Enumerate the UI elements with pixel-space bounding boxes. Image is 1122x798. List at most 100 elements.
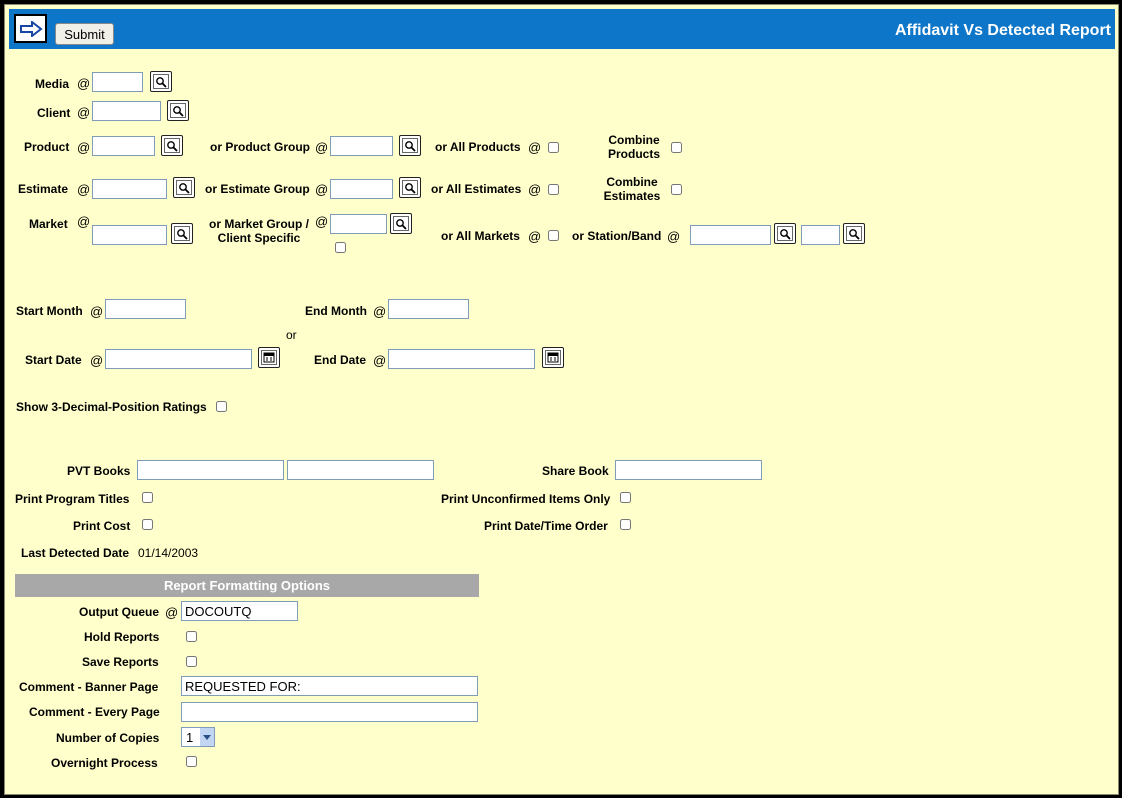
market-label: Market (29, 217, 68, 231)
at-sign: @ (528, 229, 542, 244)
share-book-label: Share Book (542, 464, 609, 478)
print-cost-label: Print Cost (73, 519, 131, 533)
estimate-lookup-button[interactable] (173, 177, 195, 198)
print-unconfirmed-label: Print Unconfirmed Items Only (441, 492, 611, 506)
or-text: or (286, 328, 297, 342)
all-products-label: or All Products (435, 140, 521, 154)
start-month-label: Start Month (16, 304, 83, 318)
market-group-input[interactable] (330, 214, 387, 234)
station-band-label: or Station/Band (572, 229, 662, 243)
magnifier-lookup-icon (179, 182, 190, 194)
media-input[interactable] (92, 72, 143, 92)
overnight-process-checkbox[interactable] (186, 756, 197, 767)
magnifier-lookup-icon (156, 76, 167, 88)
media-label: Media (35, 77, 70, 91)
at-sign: @ (77, 76, 91, 91)
next-arrow-button[interactable] (14, 14, 47, 43)
save-reports-checkbox[interactable] (186, 656, 197, 667)
estimate-label: Estimate (18, 182, 69, 196)
end-date-calendar-button[interactable] (542, 347, 564, 368)
print-date-time-checkbox[interactable] (620, 519, 631, 530)
start-date-input[interactable] (105, 349, 252, 369)
market-input[interactable] (92, 225, 167, 245)
combine-products-label: Combine Products (607, 133, 660, 161)
product-label: Product (24, 140, 70, 154)
print-cost-checkbox[interactable] (142, 519, 153, 530)
client-label: Client (37, 106, 71, 120)
number-of-copies-label: Number of Copies (56, 731, 160, 745)
product-group-input[interactable] (330, 136, 393, 156)
combine-estimates-checkbox[interactable] (671, 184, 682, 195)
band-lookup-button[interactable] (843, 223, 865, 244)
submit-button[interactable]: Submit (55, 23, 114, 45)
hold-reports-label: Hold Reports (84, 630, 160, 644)
at-sign: @ (528, 182, 542, 197)
end-date-input[interactable] (388, 349, 535, 369)
estimate-group-input[interactable] (330, 179, 393, 199)
report-form: Submit Affidavit Vs Detected Report Medi… (4, 4, 1119, 795)
output-queue-input[interactable] (181, 601, 298, 621)
estimate-input[interactable] (92, 179, 167, 199)
comment-every-label: Comment - Every Page (29, 705, 160, 719)
overnight-process-label: Overnight Process (51, 756, 158, 770)
at-sign: @ (373, 304, 387, 319)
chevron-down-icon[interactable] (200, 728, 214, 746)
end-month-label: End Month (305, 304, 367, 318)
calendar-icon (263, 352, 275, 363)
all-markets-checkbox[interactable] (548, 230, 559, 241)
all-products-checkbox[interactable] (548, 142, 559, 153)
product-group-label: or Product Group (210, 140, 310, 154)
start-date-calendar-button[interactable] (258, 347, 280, 368)
product-lookup-button[interactable] (161, 135, 183, 156)
last-detected-date-label: Last Detected Date (21, 546, 130, 560)
last-detected-date-value: 01/14/2003 (138, 546, 199, 560)
market-group-lookup-button[interactable] (390, 213, 412, 234)
output-queue-label: Output Queue (79, 605, 159, 619)
magnifier-lookup-icon (405, 182, 416, 194)
client-specific-checkbox[interactable] (335, 242, 346, 253)
end-month-input[interactable] (388, 299, 469, 319)
share-book-input[interactable] (615, 460, 762, 480)
station-lookup-button[interactable] (774, 223, 796, 244)
start-month-input[interactable] (105, 299, 186, 319)
magnifier-lookup-icon (780, 228, 791, 240)
pvt-book-1-input[interactable] (137, 460, 284, 480)
pvt-books-label: PVT Books (67, 464, 131, 478)
pvt-book-2-input[interactable] (287, 460, 434, 480)
hold-reports-checkbox[interactable] (186, 631, 197, 642)
magnifier-lookup-icon (405, 140, 416, 152)
band-input[interactable] (801, 225, 840, 245)
client-input[interactable] (92, 101, 161, 121)
comment-every-input[interactable] (181, 702, 478, 722)
estimate-group-label: or Estimate Group (205, 182, 310, 196)
at-sign: @ (90, 304, 104, 319)
product-group-lookup-button[interactable] (399, 135, 421, 156)
end-date-label: End Date (314, 353, 367, 367)
station-input[interactable] (690, 225, 771, 245)
show-3-decimal-checkbox[interactable] (216, 401, 227, 412)
at-sign: @ (667, 229, 681, 244)
estimate-group-lookup-button[interactable] (399, 177, 421, 198)
at-sign: @ (528, 140, 542, 155)
client-lookup-button[interactable] (167, 100, 189, 121)
comment-banner-input[interactable] (181, 676, 478, 696)
combine-products-checkbox[interactable] (671, 142, 682, 153)
number-of-copies-select[interactable]: 1 (181, 727, 215, 747)
magnifier-lookup-icon (396, 218, 407, 230)
combine-estimates-label: Combine Estimates (603, 175, 661, 203)
at-sign: @ (315, 214, 329, 229)
product-input[interactable] (92, 136, 155, 156)
copies-value: 1 (186, 729, 194, 745)
at-sign: @ (315, 140, 329, 155)
comment-banner-label: Comment - Banner Page (19, 680, 159, 694)
print-unconfirmed-checkbox[interactable] (620, 492, 631, 503)
at-sign: @ (77, 140, 91, 155)
media-lookup-button[interactable] (150, 71, 172, 92)
print-date-time-label: Print Date/Time Order (484, 519, 608, 533)
show-3-decimal-label: Show 3-Decimal-Position Ratings (16, 400, 207, 414)
market-lookup-button[interactable] (171, 223, 193, 244)
all-estimates-checkbox[interactable] (548, 184, 559, 195)
start-date-label: Start Date (25, 353, 82, 367)
magnifier-lookup-icon (849, 228, 860, 240)
print-program-titles-checkbox[interactable] (142, 492, 153, 503)
